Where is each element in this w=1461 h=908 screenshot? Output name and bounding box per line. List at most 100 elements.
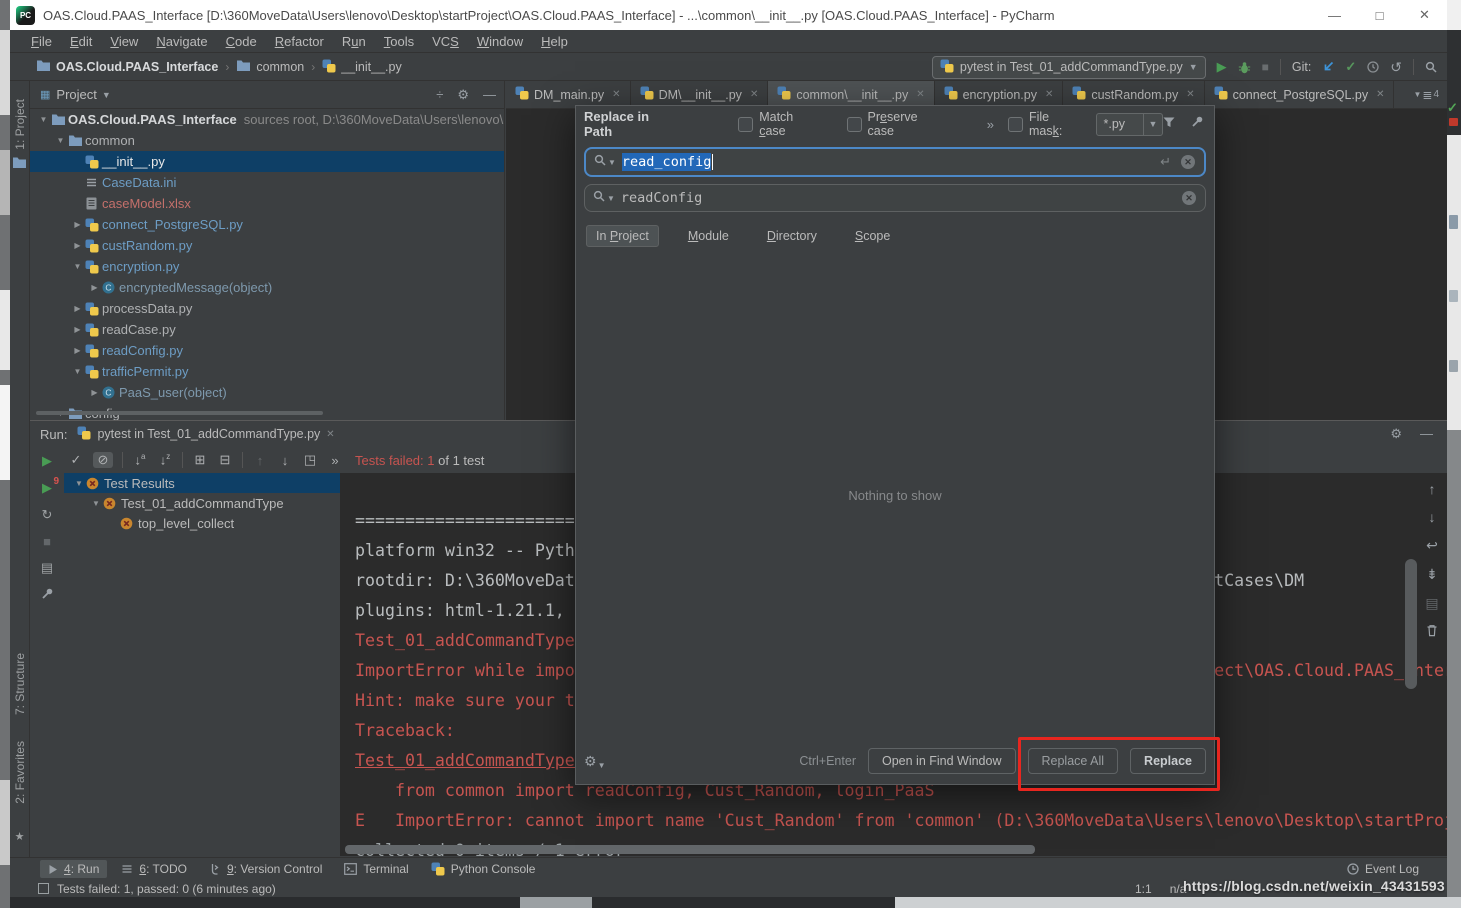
tool-window-tab-6-todo[interactable]: 6: TODO — [113, 860, 195, 878]
toggle-auto-test-icon[interactable]: ↻ — [42, 507, 53, 523]
expand-all-icon[interactable]: ⊞ — [192, 452, 208, 468]
git-update-icon[interactable] — [1322, 61, 1334, 73]
chevron-down-icon[interactable]: ▼ — [102, 90, 111, 100]
menu-item-help[interactable]: Help — [532, 32, 577, 51]
run-config-selector[interactable]: pytest in Test_01_addCommandType.py ▼ — [932, 56, 1206, 79]
menu-item-file[interactable]: File — [22, 32, 61, 51]
git-commit-icon[interactable]: ✓ — [1345, 59, 1356, 75]
menu-item-refactor[interactable]: Refactor — [266, 32, 333, 51]
tree-row[interactable]: ▼trafficPermit.py — [30, 361, 504, 382]
tree-row[interactable]: ▼common — [30, 130, 504, 151]
project-panel-title[interactable]: Project — [56, 87, 96, 102]
editor-tab[interactable]: encryption.py✕ — [935, 81, 1064, 108]
more-actions-icon[interactable]: » — [327, 453, 343, 468]
tree-row[interactable]: caseModel.xlsx — [30, 193, 504, 214]
close-button[interactable]: ✕ — [1402, 0, 1447, 30]
collapse-all-icon[interactable]: ⊟ — [217, 452, 233, 468]
open-in-find-window-button[interactable]: Open in Find Window — [868, 748, 1016, 774]
scroll-to-end-icon[interactable]: ⇟ — [1426, 566, 1438, 583]
gear-icon[interactable]: ⚙ — [457, 87, 469, 103]
scope-in-project[interactable]: In Project — [586, 225, 659, 247]
up-stacktrace-icon[interactable]: ↑ — [1429, 481, 1436, 497]
test-tree-row[interactable]: top_level_collect — [64, 513, 360, 533]
tree-row[interactable]: ▶readCase.py — [30, 319, 504, 340]
tool-window-tab-python-console[interactable]: Python Console — [423, 860, 544, 878]
print-icon[interactable]: ▤ — [1425, 595, 1438, 612]
scope-module[interactable]: Module — [679, 226, 738, 246]
close-icon[interactable]: ✕ — [1186, 89, 1194, 100]
tree-row[interactable]: ▼encryption.py — [30, 256, 504, 277]
checkbox[interactable] — [847, 117, 862, 132]
editor-tab[interactable]: custRandom.py✕ — [1063, 81, 1204, 108]
editor-tab[interactable]: DM_main.py✕ — [506, 81, 631, 108]
revert-icon[interactable]: ↺ — [1390, 59, 1402, 76]
event-log-tab[interactable]: Event Log — [1347, 862, 1419, 876]
tree-row[interactable]: ▶CencryptedMessage(object) — [30, 277, 504, 298]
menu-item-tools[interactable]: Tools — [375, 32, 423, 51]
console-horizontal-scrollbar[interactable] — [345, 845, 1035, 854]
tree-row[interactable]: ▶custRandom.py — [30, 235, 504, 256]
close-icon[interactable]: ✕ — [1376, 89, 1384, 100]
menu-item-vcs[interactable]: VCS — [423, 32, 468, 51]
editor-tab[interactable]: DM\__init__.py✕ — [631, 81, 769, 108]
breadcrumb-item[interactable]: OAS.Cloud.PAAS_Interface — [36, 59, 218, 75]
filter-icon[interactable] — [1163, 115, 1175, 133]
option-preserve-case[interactable]: Preserve case — [847, 110, 947, 138]
debug-button[interactable] — [1238, 61, 1251, 74]
breadcrumb-item[interactable]: __init__.py — [322, 59, 401, 76]
file-mask-checkbox[interactable] — [1008, 117, 1023, 132]
test-tree-row[interactable]: ▼Test_01_addCommandType — [64, 493, 360, 513]
maximize-button[interactable]: □ — [1357, 0, 1402, 30]
close-icon[interactable]: ✕ — [326, 429, 334, 440]
hide-panel-icon[interactable]: — — [1420, 426, 1433, 442]
test-tree-row[interactable]: ▼Test Results — [64, 473, 360, 493]
collapse-arrow-icon[interactable]: ▼ — [70, 367, 85, 376]
tree-row[interactable]: ▶processData.py — [30, 298, 504, 319]
history-clock-icon[interactable] — [1367, 61, 1379, 73]
option-match-case[interactable]: Match case — [738, 110, 822, 138]
replace-button[interactable]: Replace — [1130, 748, 1206, 774]
close-icon[interactable]: ✕ — [916, 89, 924, 100]
tree-row[interactable]: CaseData.ini — [30, 172, 504, 193]
checkbox[interactable] — [738, 117, 753, 132]
expand-arrow-icon[interactable]: ▶ — [70, 220, 85, 229]
clear-all-icon[interactable] — [1426, 624, 1438, 640]
editor-tab[interactable]: connect_PostgreSQL.py✕ — [1205, 81, 1395, 108]
show-ignored-icon[interactable]: ⊘ — [93, 452, 113, 468]
tree-row[interactable]: ▶CPaaS_user(object) — [30, 382, 504, 403]
caret-position[interactable]: 1:1 — [1135, 882, 1152, 896]
stop-process-icon[interactable]: ■ — [43, 534, 51, 549]
collapse-arrow-icon[interactable]: ▼ — [53, 136, 68, 145]
tree-row[interactable]: __init__.py — [30, 151, 504, 172]
menu-item-run[interactable]: Run — [333, 32, 375, 51]
down-stacktrace-icon[interactable]: ↓ — [1429, 509, 1436, 525]
rerun-failed-tests-icon[interactable]: ▶9 — [42, 480, 52, 496]
export-results-icon[interactable]: ◳ — [302, 452, 318, 468]
tree-row[interactable]: ▶connect_PostgreSQL.py — [30, 214, 504, 235]
gear-icon[interactable]: ⚙▼ — [584, 753, 605, 770]
menu-item-view[interactable]: View — [101, 32, 147, 51]
expand-arrow-icon[interactable]: ▶ — [70, 325, 85, 334]
tab-list-dropdown[interactable]: ▼≣4 — [1405, 81, 1447, 108]
locate-file-icon[interactable]: ÷ — [436, 87, 443, 102]
expand-arrow-icon[interactable]: ▶ — [70, 304, 85, 313]
menu-item-navigate[interactable]: Navigate — [147, 32, 216, 51]
hide-panel-icon[interactable]: — — [483, 87, 496, 102]
pin-icon[interactable] — [1191, 115, 1204, 133]
stop-button[interactable]: ■ — [1262, 60, 1269, 74]
more-options-chevron[interactable]: » — [987, 117, 994, 132]
new-line-icon[interactable]: ↵ — [1160, 154, 1171, 170]
gear-icon[interactable]: ⚙ — [1390, 426, 1402, 442]
expand-arrow-icon[interactable]: ▶ — [87, 388, 102, 397]
tool-window-tab-terminal[interactable]: Terminal — [336, 860, 416, 878]
console-vertical-scrollbar[interactable] — [1405, 559, 1417, 689]
minimize-button[interactable]: — — [1312, 0, 1357, 30]
pin-tab-icon[interactable] — [41, 587, 54, 603]
close-icon[interactable]: ✕ — [612, 89, 620, 100]
search-everywhere-icon[interactable] — [1425, 61, 1437, 73]
editor-tab[interactable]: common\__init__.py✕ — [768, 81, 934, 108]
soft-wrap-icon[interactable]: ↩ — [1426, 537, 1438, 554]
menu-item-edit[interactable]: Edit — [61, 32, 101, 51]
clear-search-icon[interactable]: ✕ — [1181, 155, 1195, 169]
expand-arrow-icon[interactable]: ▶ — [70, 346, 85, 355]
